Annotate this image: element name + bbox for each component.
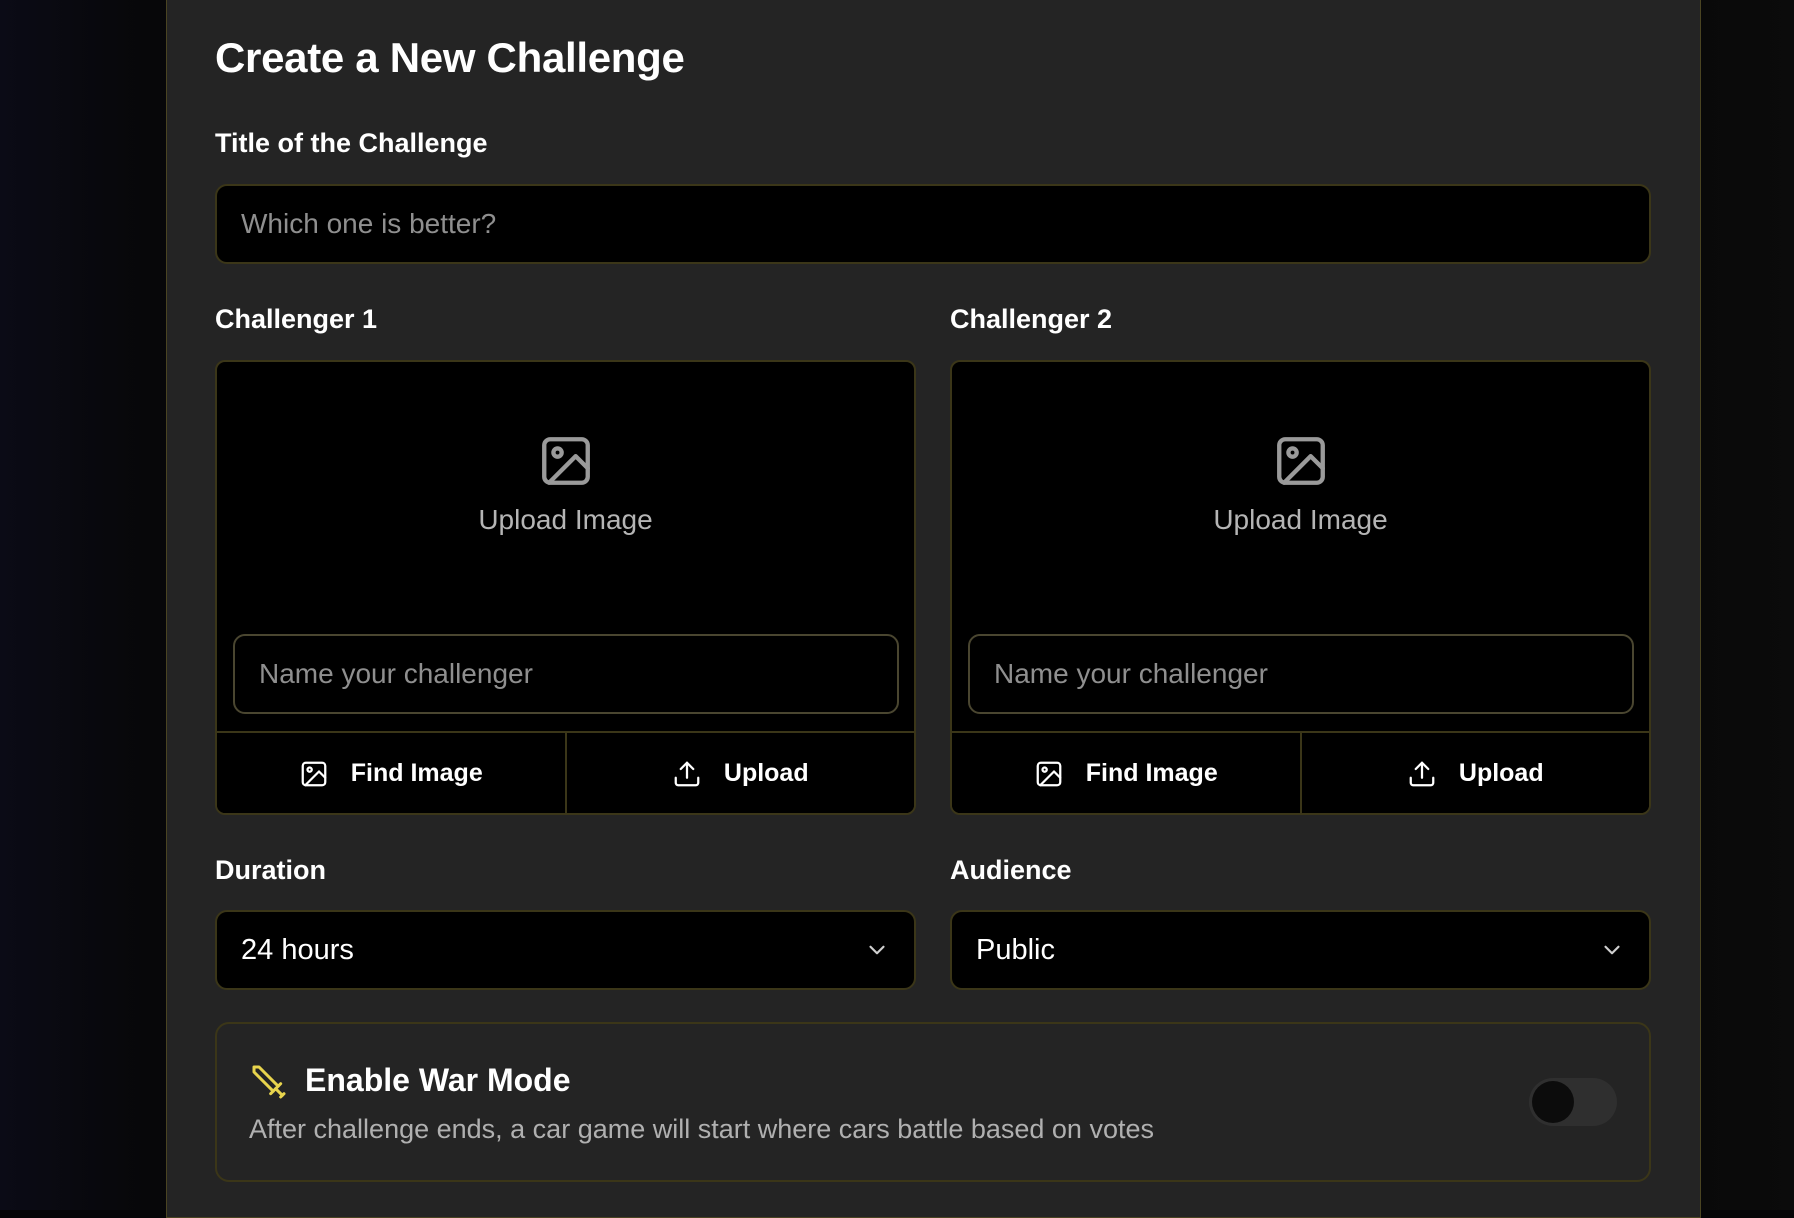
image-icon (301, 761, 327, 786)
chevron-down-icon (869, 945, 885, 955)
war-mode-title: Enable War Mode (305, 1062, 571, 1098)
audience-value: Public (976, 933, 1055, 966)
duration-select[interactable]: 24 hours (215, 910, 916, 990)
challenger-1-label: Challenger 1 (215, 304, 378, 334)
upload-label: Upload (1458, 759, 1544, 787)
image-icon (1276, 437, 1325, 485)
challenger-1-upload-area[interactable]: Upload Image (217, 362, 914, 627)
upload-icon (1409, 761, 1435, 786)
challenger-1-card: Upload Image Find Image Upload (215, 360, 916, 815)
duration-value: 24 hours (241, 933, 354, 966)
upload-image-label: Upload Image (478, 504, 653, 535)
challenger-1-actions: Find Image Upload (217, 731, 914, 813)
upload-image-label: Upload Image (1213, 504, 1388, 535)
audience-select[interactable]: Public (950, 910, 1651, 990)
challenger-2-upload-button[interactable]: Upload (1299, 733, 1649, 813)
challenger-1-name-input[interactable] (233, 634, 899, 714)
find-image-label: Find Image (1085, 759, 1218, 787)
challenge-title-input[interactable] (215, 184, 1651, 264)
upload-label: Upload (723, 759, 809, 787)
challenger-2-label: Challenger 2 (950, 304, 1113, 334)
duration-label: Duration (215, 855, 326, 885)
war-mode-toggle[interactable] (1529, 1078, 1617, 1126)
challenger-1-find-image-button[interactable]: Find Image (217, 733, 565, 813)
chevron-down-icon (1604, 945, 1620, 955)
challenger-2-upload-area[interactable]: Upload Image (952, 362, 1649, 627)
challenger-2-find-image-button[interactable]: Find Image (952, 733, 1300, 813)
challenger-2-card: Upload Image Find Image Upload (950, 360, 1651, 815)
war-mode-section: Enable War Mode After challenge ends, a … (215, 1022, 1651, 1182)
audience-label: Audience (950, 855, 1072, 885)
upload-icon (674, 761, 700, 786)
challenge-title-label: Title of the Challenge (215, 128, 488, 158)
image-icon (1036, 761, 1062, 786)
challenger-2-actions: Find Image Upload (952, 731, 1649, 813)
page-title: Create a New Challenge (215, 34, 685, 81)
create-challenge-panel: Create a New Challenge Title of the Chal… (166, 0, 1701, 1218)
toggle-knob (1532, 1081, 1574, 1123)
challenger-1-upload-button[interactable]: Upload (564, 733, 914, 813)
challenger-2-name-input[interactable] (968, 634, 1634, 714)
find-image-label: Find Image (350, 759, 483, 787)
war-mode-description: After challenge ends, a car game will st… (249, 1114, 1154, 1144)
sword-icon (252, 1065, 286, 1099)
image-icon (541, 437, 590, 485)
